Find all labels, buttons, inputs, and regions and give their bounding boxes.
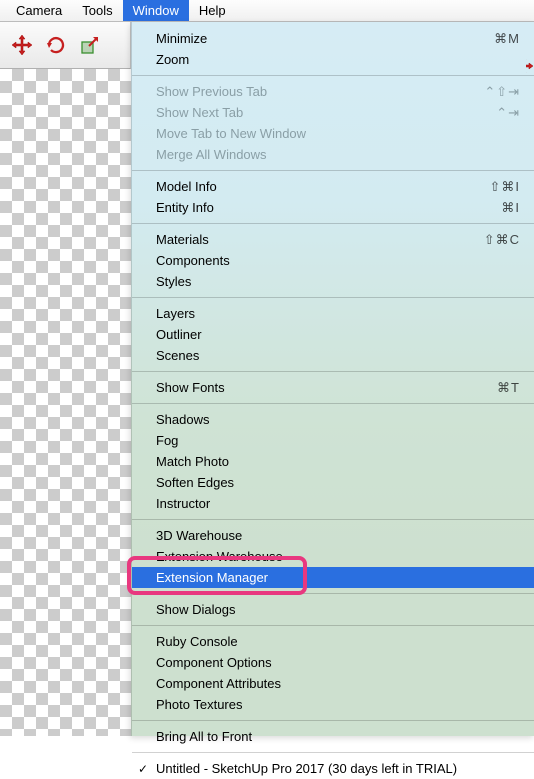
toolbar	[0, 22, 131, 69]
menu-item-label: Outliner	[156, 327, 520, 342]
menu-item-label: Show Fonts	[156, 380, 497, 395]
menu-separator	[132, 720, 534, 721]
menu-item-extension-manager[interactable]: Extension Manager	[132, 567, 534, 588]
menu-item-label: Merge All Windows	[156, 147, 520, 162]
menu-item-label: Show Next Tab	[156, 105, 496, 120]
move-icon[interactable]	[10, 33, 34, 57]
menu-separator	[132, 170, 534, 171]
menu-item-extension-warehouse[interactable]: Extension Warehouse	[132, 546, 534, 567]
menubar-item-tools[interactable]: Tools	[72, 0, 122, 21]
menu-item-show-previous-tab: Show Previous Tab⌃⇧⇥	[132, 81, 534, 102]
menubar-label: Help	[199, 3, 226, 18]
menu-item-merge-all-windows: Merge All Windows	[132, 144, 534, 165]
menu-item-label: Extension Warehouse	[156, 549, 520, 564]
scale-icon[interactable]	[78, 33, 102, 57]
checkmark-icon: ✓	[138, 762, 148, 776]
menu-item-components[interactable]: Components	[132, 250, 534, 271]
menu-item-untitled-sketchup-pro-2017-30-days-left-in-trial[interactable]: ✓ Untitled - SketchUp Pro 2017 (30 days l…	[132, 758, 534, 779]
menu-item-shadows[interactable]: Shadows	[132, 409, 534, 430]
menu-item-ruby-console[interactable]: Ruby Console	[132, 631, 534, 652]
menu-separator	[132, 75, 534, 76]
menu-item-shortcut: ⌘I	[501, 200, 520, 216]
menu-item-show-dialogs[interactable]: Show Dialogs	[132, 599, 534, 620]
menu-item-styles[interactable]: Styles	[132, 271, 534, 292]
menubar-item-help[interactable]: Help	[189, 0, 236, 21]
menu-separator	[132, 403, 534, 404]
menu-item-label: Component Attributes	[156, 676, 520, 691]
menu-item-component-attributes[interactable]: Component Attributes	[132, 673, 534, 694]
menu-separator	[132, 223, 534, 224]
menu-item-label: Extension Manager	[156, 570, 520, 585]
menu-separator	[132, 519, 534, 520]
menubar-label: Tools	[82, 3, 112, 18]
menu-item-shortcut: ⌘M	[494, 31, 520, 47]
menu-item-shortcut: ⇧⌘I	[489, 179, 520, 195]
menu-item-outliner[interactable]: Outliner	[132, 324, 534, 345]
menu-item-label: Layers	[156, 306, 520, 321]
menubar-item-window[interactable]: Window	[123, 0, 189, 21]
menu-item-label: Materials	[156, 232, 484, 247]
menu-item-show-next-tab: Show Next Tab⌃⇥	[132, 102, 534, 123]
menu-separator	[132, 593, 534, 594]
menu-item-label: Styles	[156, 274, 520, 289]
menu-item-label: Components	[156, 253, 520, 268]
menu-item-label: Show Dialogs	[156, 602, 520, 617]
menu-separator	[132, 625, 534, 626]
menu-item-label: Scenes	[156, 348, 520, 363]
menu-item-shortcut: ⌃⇧⇥	[484, 84, 520, 100]
menu-item-3d-warehouse[interactable]: 3D Warehouse	[132, 525, 534, 546]
menu-item-show-fonts[interactable]: Show Fonts⌘T	[132, 377, 534, 398]
menu-item-move-tab-to-new-window: Move Tab to New Window	[132, 123, 534, 144]
menubar-label: Window	[133, 3, 179, 18]
menu-separator	[132, 752, 534, 753]
menu-item-minimize[interactable]: Minimize⌘M	[132, 28, 534, 49]
canvas[interactable]	[0, 69, 131, 736]
menu-item-layers[interactable]: Layers	[132, 303, 534, 324]
menu-item-label: Untitled - SketchUp Pro 2017 (30 days le…	[156, 761, 520, 776]
menu-item-soften-edges[interactable]: Soften Edges	[132, 472, 534, 493]
menu-item-instructor[interactable]: Instructor	[132, 493, 534, 514]
menu-item-photo-textures[interactable]: Photo Textures	[132, 694, 534, 715]
menu-item-label: Soften Edges	[156, 475, 520, 490]
menu-item-label: Zoom	[156, 52, 520, 67]
menu-item-label: Instructor	[156, 496, 520, 511]
window-menu-dropdown: Minimize⌘MZoomShow Previous Tab⌃⇧⇥Show N…	[131, 22, 534, 736]
menu-item-shortcut: ⌃⇥	[496, 105, 520, 121]
menu-item-label: Model Info	[156, 179, 489, 194]
menu-item-scenes[interactable]: Scenes	[132, 345, 534, 366]
menu-item-zoom[interactable]: Zoom	[132, 49, 534, 70]
menu-item-shortcut: ⌘T	[497, 380, 520, 396]
menu-item-label: Ruby Console	[156, 634, 520, 649]
menu-item-label: 3D Warehouse	[156, 528, 520, 543]
menu-item-label: Photo Textures	[156, 697, 520, 712]
menu-item-entity-info[interactable]: Entity Info⌘I	[132, 197, 534, 218]
menu-item-label: Minimize	[156, 31, 494, 46]
menu-item-label: Match Photo	[156, 454, 520, 469]
menubar-label: Camera	[16, 3, 62, 18]
menu-item-bring-all-to-front[interactable]: Bring All to Front	[132, 726, 534, 747]
menu-separator	[132, 371, 534, 372]
menubar-item-camera[interactable]: Camera	[6, 0, 72, 21]
menu-item-label: Fog	[156, 433, 520, 448]
menu-separator	[132, 297, 534, 298]
menu-item-model-info[interactable]: Model Info⇧⌘I	[132, 176, 534, 197]
menu-item-materials[interactable]: Materials⇧⌘C	[132, 229, 534, 250]
menu-item-label: Component Options	[156, 655, 520, 670]
partial-tool-icon	[526, 55, 534, 83]
menu-item-label: Show Previous Tab	[156, 84, 484, 99]
menu-item-match-photo[interactable]: Match Photo	[132, 451, 534, 472]
menu-item-label: Entity Info	[156, 200, 501, 215]
menubar: Camera Tools Window Help	[0, 0, 534, 22]
menu-item-label: Shadows	[156, 412, 520, 427]
menu-item-label: Bring All to Front	[156, 729, 520, 744]
menu-item-shortcut: ⇧⌘C	[484, 232, 520, 248]
rotate-icon[interactable]	[44, 33, 68, 57]
menu-item-fog[interactable]: Fog	[132, 430, 534, 451]
menu-item-component-options[interactable]: Component Options	[132, 652, 534, 673]
menu-item-label: Move Tab to New Window	[156, 126, 520, 141]
